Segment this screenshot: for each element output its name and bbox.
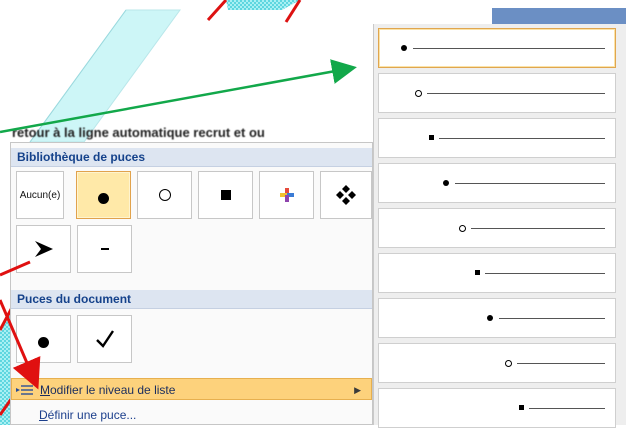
filled-square-icon xyxy=(519,405,524,410)
bullet-colored-cross-tile[interactable] xyxy=(259,171,314,219)
bullet-none-tile[interactable]: Aucun(e) xyxy=(16,171,64,219)
list-level-2[interactable] xyxy=(378,73,616,113)
list-level-8[interactable] xyxy=(378,343,616,383)
library-header: Bibliothèque de puces xyxy=(11,148,372,167)
filled-circle-icon xyxy=(98,187,109,204)
level-line xyxy=(471,228,605,229)
list-level-submenu xyxy=(373,24,626,428)
level-line xyxy=(439,138,605,139)
filled-circle-icon xyxy=(38,331,49,348)
list-level-5[interactable] xyxy=(378,208,616,248)
document-bullets-header: Puces du document xyxy=(11,290,372,309)
bullet-dash-tile[interactable] xyxy=(77,225,132,273)
ribbon-blue-block xyxy=(492,8,626,24)
colored-cross-icon xyxy=(279,188,294,202)
filled-square-icon xyxy=(220,190,231,200)
hollow-circle-icon xyxy=(415,90,422,97)
level-line xyxy=(499,318,605,319)
level-line xyxy=(485,273,605,274)
bullet-hollow-circle-tile[interactable] xyxy=(137,171,192,219)
bullet-square-tile[interactable] xyxy=(198,171,253,219)
document-bullet-check-tile[interactable] xyxy=(77,315,132,363)
filled-circle-icon xyxy=(487,315,493,321)
level-line xyxy=(455,183,605,184)
bullet-four-diamonds-tile[interactable] xyxy=(320,171,372,219)
list-level-icon xyxy=(16,385,33,395)
bullet-filled-circle-tile[interactable] xyxy=(76,171,131,219)
list-level-7[interactable] xyxy=(378,298,616,338)
hollow-circle-icon xyxy=(158,189,171,201)
document-text: retour à la ligne automatique recrut et … xyxy=(12,126,265,140)
arrowhead-icon xyxy=(34,241,53,257)
list-level-3[interactable] xyxy=(378,118,616,158)
four-diamonds-icon xyxy=(336,185,356,205)
list-level-9[interactable] xyxy=(378,388,616,428)
define-bullet-item[interactable]: Définir une puce... xyxy=(11,404,372,426)
checkmark-icon xyxy=(95,330,114,348)
level-line xyxy=(517,363,605,364)
bullet-library-menu: Bibliothèque de puces Aucun(e) Puces du … xyxy=(10,142,373,425)
change-list-level-label: Modifier le niveau de liste xyxy=(40,383,176,397)
list-level-1[interactable] xyxy=(378,28,616,68)
filled-circle-icon xyxy=(401,45,407,51)
filled-square-icon xyxy=(429,135,434,140)
document-bullet-dot-tile[interactable] xyxy=(16,315,71,363)
hollow-circle-icon xyxy=(505,360,512,367)
filled-square-icon xyxy=(475,270,480,275)
filled-circle-icon xyxy=(443,180,449,186)
level-line xyxy=(529,408,605,409)
hollow-circle-icon xyxy=(459,225,466,232)
change-list-level-item[interactable]: Modifier le niveau de liste ▶ xyxy=(11,378,372,400)
define-bullet-label: Définir une puce... xyxy=(39,408,137,422)
bullet-arrowhead-tile[interactable] xyxy=(16,225,71,273)
dash-icon xyxy=(100,248,109,250)
level-line xyxy=(427,93,605,94)
submenu-arrow-icon: ▶ xyxy=(354,385,361,395)
list-level-6[interactable] xyxy=(378,253,616,293)
list-level-4[interactable] xyxy=(378,163,616,203)
none-label: Aucun(e) xyxy=(19,189,61,201)
level-line xyxy=(413,48,605,49)
